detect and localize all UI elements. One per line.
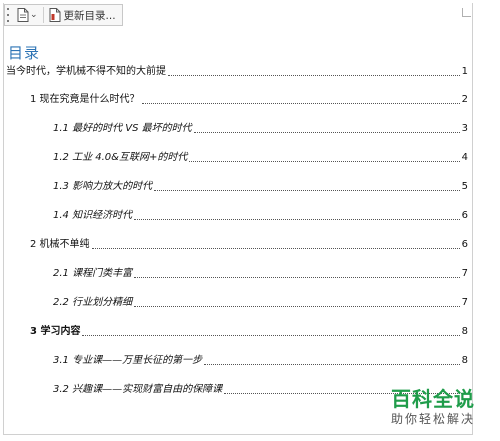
toc-entry[interactable]: 3.1 专业课——万里长征的第一步 8 — [53, 355, 468, 367]
toc-entry-title: 3.1 专业课——万里长征的第一步 — [53, 355, 203, 366]
toc-heading: 目录 — [8, 44, 41, 62]
update-toc-label: 更新目录... — [63, 9, 116, 22]
toc-entry-title: 1 现在究竟是什么时代？ — [30, 94, 140, 105]
toc-entry[interactable]: 2.2 行业划分精细 7 — [53, 297, 468, 309]
toc-entry-title: 1.4 知识经济时代 — [53, 210, 133, 221]
toc-options-button[interactable]: ⌄ — [15, 6, 40, 24]
toc-entry[interactable]: 1 现在究竟是什么时代？ 2 — [30, 94, 468, 106]
document-canvas: ⌄ 更新目录... 目录 当今时代，学机械不得不知的大前提 1 1 现在究竟是什么时… — [0, 0, 500, 441]
toc-leader-dots — [134, 219, 460, 220]
toc-entry-title: 2.1 课程门类丰富 — [53, 268, 133, 279]
toc-leader-dots — [141, 103, 460, 104]
toc-entry[interactable]: 2.1 课程门类丰富 7 — [53, 268, 468, 280]
toc-leader-dots — [193, 132, 460, 133]
toc-entry-title: 1.2 工业 4.0&互联网+的时代 — [53, 152, 188, 163]
watermark-logo: 百科全说 助你轻松解决 — [374, 387, 492, 427]
toc-leader-dots — [168, 75, 460, 76]
toc-entry-page: 8 — [461, 355, 468, 366]
toc-leader-dots — [154, 190, 460, 191]
drag-handle[interactable] — [7, 8, 11, 22]
document-icon — [17, 8, 29, 22]
toc-entry-page: 1 — [461, 66, 468, 77]
toc-entry-page: 2 — [461, 94, 468, 105]
toc-leader-dots — [134, 277, 460, 278]
page-corner-mark — [462, 8, 471, 17]
toc-entry-page: 6 — [461, 239, 468, 250]
toc-entry-page: 7 — [461, 268, 468, 279]
update-document-icon — [49, 8, 61, 22]
toc-entry-page: 6 — [461, 210, 468, 221]
chevron-down-icon: ⌄ — [30, 10, 38, 20]
toc-leader-dots — [134, 306, 460, 307]
watermark-main-text: 百科全说 — [391, 387, 475, 411]
toc-entry-title: 3.2 兴趣课——实现财富自由的保障课 — [53, 384, 223, 395]
toc-leader-dots — [189, 161, 460, 162]
toolbar-separator — [42, 7, 44, 23]
toc-entry-title: 2 机械不单纯 — [30, 239, 90, 250]
toc-entry-page: 5 — [461, 181, 468, 192]
toc-entry-title: 1.1 最好的时代 VS 最坏的时代 — [53, 123, 192, 134]
toc-entry-page: 4 — [461, 152, 468, 163]
toc-entry[interactable]: 当今时代，学机械不得不知的大前提 1 — [6, 66, 468, 78]
toc-entry-title: 1.3 影响力放大的时代 — [53, 181, 153, 192]
toc-entry[interactable]: 1.1 最好的时代 VS 最坏的时代 3 — [53, 123, 468, 135]
toc-entry-page: 7 — [461, 297, 468, 308]
toc-entry[interactable]: 3 学习内容 8 — [30, 326, 468, 338]
toc-entry-title: 2.2 行业划分精细 — [53, 297, 133, 308]
toc-entry[interactable]: 1.3 影响力放大的时代 5 — [53, 181, 468, 193]
toc-leader-dots — [204, 364, 460, 365]
toc-entry-page: 8 — [461, 326, 468, 337]
toc-leader-dots — [91, 248, 460, 249]
toc-entry[interactable]: 1.2 工业 4.0&互联网+的时代 4 — [53, 152, 468, 164]
toc-entry[interactable]: 1.4 知识经济时代 6 — [53, 210, 468, 222]
update-toc-button[interactable]: 更新目录... — [47, 6, 118, 24]
toc-entry-page: 3 — [461, 123, 468, 134]
toc-toolbar: ⌄ 更新目录... — [4, 4, 123, 26]
toc-entry-title: 当今时代，学机械不得不知的大前提 — [6, 66, 166, 77]
watermark-sub-text: 助你轻松解决 — [390, 412, 475, 426]
toc-entry-title: 3 学习内容 — [30, 326, 81, 337]
toc-entry[interactable]: 2 机械不单纯 6 — [30, 239, 468, 251]
toc-leader-dots — [82, 335, 460, 336]
